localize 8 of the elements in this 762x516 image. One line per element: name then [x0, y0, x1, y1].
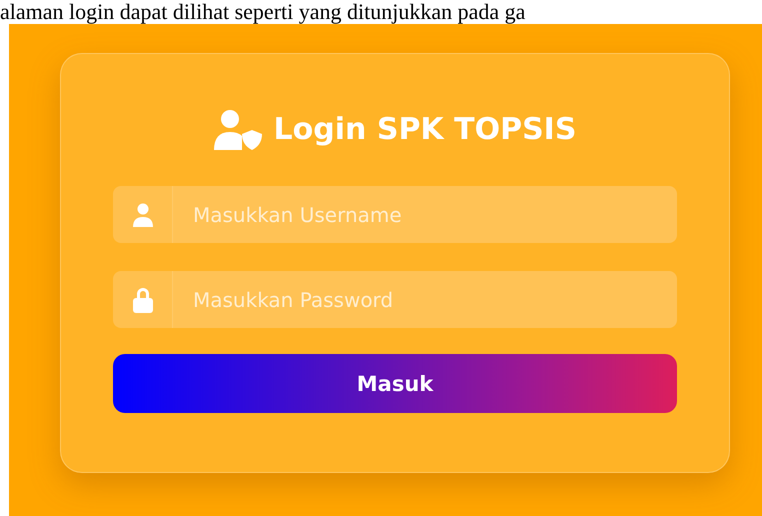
user-icon — [132, 202, 154, 226]
document-text: alaman login dapat dilihat seperti yang ditunjukkan pada ga — [0, 0, 526, 24]
user-shield-icon — [214, 110, 262, 150]
username-field[interactable]: Masukkan Username — [173, 186, 677, 243]
login-title: Login SPK TOPSIS — [274, 111, 576, 149]
login-button[interactable]: Masuk — [113, 354, 677, 413]
lock-icon — [132, 286, 154, 312]
password-field[interactable]: Masukkan Password — [173, 271, 677, 328]
